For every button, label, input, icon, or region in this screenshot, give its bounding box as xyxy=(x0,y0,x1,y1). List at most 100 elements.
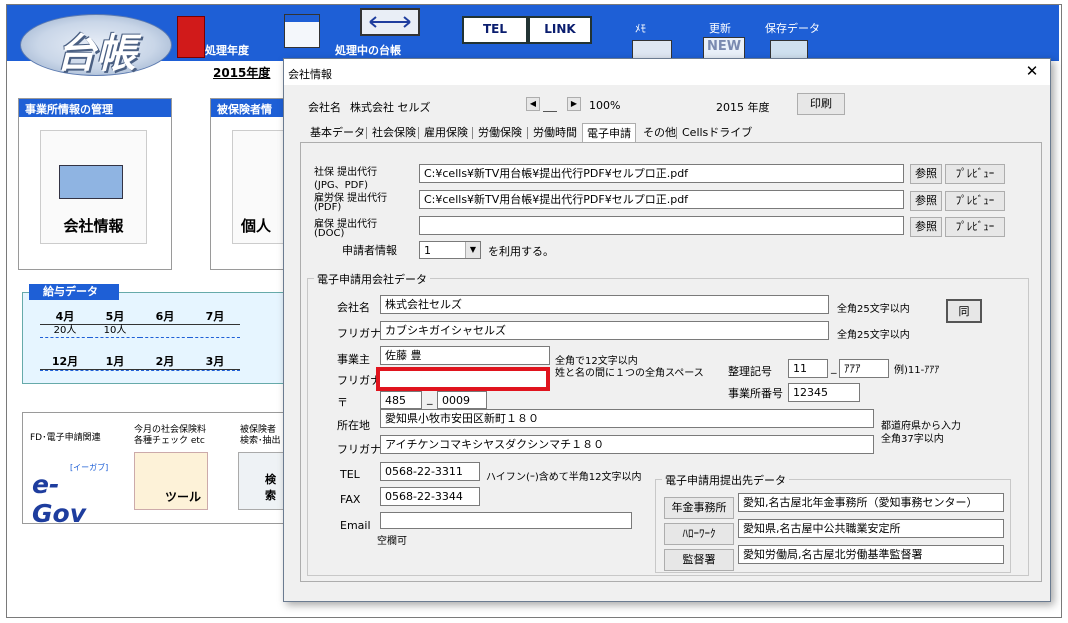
individual-label: 個人 xyxy=(241,217,272,235)
zoom-in-button[interactable]: ▶ xyxy=(567,97,581,111)
furigana-field[interactable]: カブシキガイシャセルズ xyxy=(380,321,829,340)
fax-label: FAX xyxy=(340,493,361,506)
seiri-field-2[interactable]: ｱｱｱ xyxy=(839,359,889,378)
individual-button[interactable]: 個人 xyxy=(232,130,285,244)
company-info-button[interactable]: 会社情報 xyxy=(40,130,147,244)
tel-note: ハイフン(ｰ)含めて半角12文字以内 xyxy=(486,472,642,483)
owner-field[interactable]: 佐藤 豊 xyxy=(380,346,550,365)
year-menu-label[interactable]: 処理年度 xyxy=(205,42,249,58)
tab-separator xyxy=(527,127,528,139)
dialog-titlebar: 会社情報 ✕ xyxy=(284,59,1050,85)
office-number-field[interactable]: 12345 xyxy=(788,383,860,402)
tel-field[interactable]: 0568-22-3311 xyxy=(380,462,480,481)
applicant-value: 1 xyxy=(424,244,431,257)
salary-row-1: 4月 5月 6月 7月 xyxy=(40,310,240,325)
month-cell[interactable]: 7月 xyxy=(190,310,240,325)
applicant-select[interactable]: 1 ▼ xyxy=(419,241,481,259)
email-label: Email xyxy=(340,519,371,532)
link-button[interactable]: LINK xyxy=(528,16,592,44)
zoom-level: 100% xyxy=(589,99,621,112)
address-field[interactable]: 愛知県小牧市安田区新町１８０ xyxy=(380,409,874,428)
hello-work-field[interactable]: 愛知県,名古屋中公共職業安定所 xyxy=(738,519,1004,538)
hello-work-button[interactable]: ﾊﾛｰﾜｰｸ xyxy=(664,523,734,545)
month-cell[interactable]: 3月 xyxy=(190,355,240,370)
tab-working-hours[interactable]: 労働時間 xyxy=(529,123,581,143)
pension-office-field[interactable]: 愛知,名古屋北年金事務所（愛知事務センター） xyxy=(738,493,1004,512)
seiri-field-1[interactable]: 11 xyxy=(788,359,828,378)
tel-button[interactable]: TEL xyxy=(462,16,528,44)
year-label: 2015 年度 xyxy=(716,101,770,114)
browse-button-3[interactable]: 参照 xyxy=(910,217,942,237)
email-field[interactable] xyxy=(380,512,632,529)
tab-cells-drive[interactable]: Cellsドライブ xyxy=(678,123,756,143)
tab-separator xyxy=(472,127,473,139)
tab-labor-insurance[interactable]: 労働保険 xyxy=(474,123,526,143)
tel-label: TEL xyxy=(340,468,360,481)
proxy-path-field-3[interactable] xyxy=(419,216,904,235)
proxy-label-2b: (PDF) xyxy=(314,202,342,213)
month-cell[interactable]: 6月 xyxy=(140,310,190,325)
proxy-path-field-1[interactable]: C:¥cells¥新TV用台帳¥提出代行PDF¥セルプロ正.pdf xyxy=(419,164,904,183)
tab-separator xyxy=(366,127,367,139)
browse-button-1[interactable]: 参照 xyxy=(910,164,942,184)
owner-note-2: 姓と名の間に１つの全角スペース xyxy=(555,368,704,379)
furigana-label: フリガナ xyxy=(337,327,381,340)
tab-employment-insurance[interactable]: 雇用保険 xyxy=(420,123,472,143)
company-name-display: 株式会社 セルズ xyxy=(350,101,431,114)
address-kana-field[interactable]: アイチケンコマキシヤスダクシンマチ１８０ xyxy=(380,435,874,454)
preview-button-2[interactable]: ﾌﾟﾚﾋﾞｭｰ xyxy=(945,191,1005,211)
preview-button-3[interactable]: ﾌﾟﾚﾋﾞｭｰ xyxy=(945,217,1005,237)
search-button[interactable]: 検索 xyxy=(238,452,285,510)
dialog-title: 会社情報 xyxy=(288,68,332,81)
tool-button[interactable]: ツール xyxy=(134,452,208,510)
zip-dash: _ xyxy=(427,392,433,405)
submit-dest-group-title: 電子申請用提出先データ xyxy=(662,472,789,488)
month-cell[interactable]: 1月 xyxy=(90,355,140,370)
browse-button-2[interactable]: 参照 xyxy=(910,191,942,211)
seiri-example: 例)11-ｱｱｱ xyxy=(894,365,940,376)
egov-button[interactable]: [イーガブ] e-Gov xyxy=(30,448,110,528)
tab-e-application[interactable]: 電子申請 xyxy=(582,123,636,144)
zoom-out-button[interactable]: ◀ xyxy=(526,97,540,111)
labor-bureau-button[interactable]: 監督署 xyxy=(664,549,734,571)
applicant-suffix: を利用する。 xyxy=(488,245,554,258)
owner-kana-field-highlighted[interactable] xyxy=(376,367,550,391)
proxy-path-field-2[interactable]: C:¥cells¥新TV用台帳¥提出代行PDF¥セルプロ正.pdf xyxy=(419,190,904,209)
tab-other[interactable]: その他 xyxy=(639,123,680,143)
month-cell[interactable]: 4月 xyxy=(40,310,90,325)
tab-social-insurance[interactable]: 社会保険 xyxy=(368,123,420,143)
pension-office-button[interactable]: 年金事務所 xyxy=(664,497,734,519)
memo-label[interactable]: ﾒﾓ xyxy=(635,20,646,36)
month-cell[interactable]: 2月 xyxy=(140,355,190,370)
zip-field-1[interactable]: 485 xyxy=(380,391,422,409)
labor-bureau-field[interactable]: 愛知労働局,名古屋北労働基準監督署 xyxy=(738,545,1004,564)
close-icon[interactable]: ✕ xyxy=(1024,63,1040,79)
egov-logo: e-Gov xyxy=(32,470,86,528)
salary-header: 給与データ xyxy=(29,284,119,300)
zoom-track[interactable] xyxy=(543,97,557,112)
current-book-label[interactable]: 処理中の台帳 xyxy=(335,42,401,58)
zip-field-2[interactable]: 0009 xyxy=(437,391,487,409)
egov-company-field[interactable]: 株式会社セルズ xyxy=(380,295,829,314)
egov-company-group-title: 電子申請用会社データ xyxy=(314,271,430,287)
same-as-button[interactable]: 同 xyxy=(946,299,982,323)
fax-field[interactable]: 0568-22-3344 xyxy=(380,487,480,506)
preview-button-1[interactable]: ﾌﾟﾚﾋﾞｭｰ xyxy=(945,164,1005,184)
address-label: 所在地 xyxy=(337,419,370,432)
search-btn-label: 検索 xyxy=(265,473,276,502)
salary-value xyxy=(140,325,190,338)
chevron-down-icon[interactable]: ▼ xyxy=(465,242,480,258)
month-cell[interactable]: 12月 xyxy=(40,355,90,370)
switch-arrows-icon[interactable] xyxy=(360,8,420,36)
saved-data-label[interactable]: 保存データ xyxy=(765,20,820,36)
update-label[interactable]: 更新 xyxy=(709,20,731,36)
proxy-label-3b: (DOC) xyxy=(314,228,345,239)
calendar-icon[interactable] xyxy=(284,14,320,48)
year-book-icon[interactable] xyxy=(177,16,205,58)
tool-label: ツール xyxy=(164,490,201,504)
address-kana-label: フリガナ xyxy=(337,443,381,456)
print-button[interactable]: 印刷 xyxy=(797,93,845,115)
email-note: 空欄可 xyxy=(377,536,407,547)
tab-basic[interactable]: 基本データ xyxy=(306,123,369,143)
month-cell[interactable]: 5月 xyxy=(90,310,140,325)
